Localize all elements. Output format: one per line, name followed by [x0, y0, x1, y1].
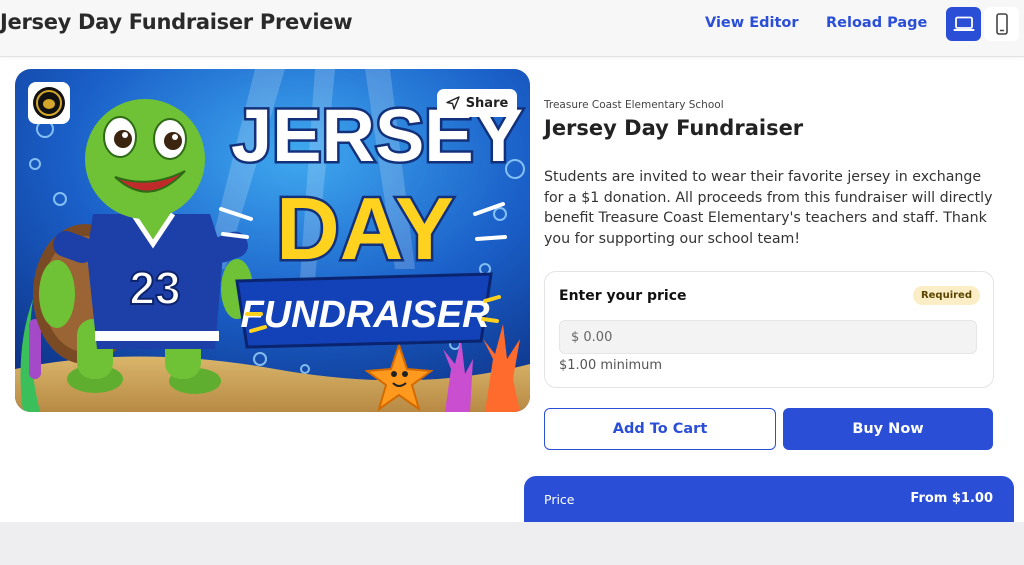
product-image: 23 JERSEY DAY FUNDRAISER Share: [15, 69, 530, 412]
price-summary-label: Price: [544, 492, 575, 507]
desktop-preview-button[interactable]: [946, 7, 981, 41]
page-footer-area: [0, 522, 1024, 565]
top-bar: Jersey Day Fundraiser Preview View Edito…: [0, 0, 1024, 57]
product-title: Jersey Day Fundraiser: [544, 116, 804, 140]
share-label: Share: [465, 95, 509, 111]
page-title: Jersey Day Fundraiser Preview: [0, 10, 353, 34]
school-logo: [28, 82, 70, 124]
price-summary-bar: Price From $1.00: [524, 476, 1014, 522]
share-button[interactable]: Share: [437, 89, 517, 117]
school-name: Treasure Coast Elementary School: [544, 99, 724, 111]
reload-page-link[interactable]: Reload Page: [826, 15, 927, 31]
mobile-phone-icon: [995, 13, 1008, 35]
school-logo-icon: [33, 87, 65, 119]
laptop-icon: [953, 16, 974, 31]
price-label: Enter your price: [559, 288, 687, 304]
product-description: Students are invited to wear their favor…: [544, 169, 993, 247]
svg-text:FUNDRAISER: FUNDRAISER: [240, 294, 490, 336]
price-input[interactable]: [559, 320, 977, 354]
svg-text:23: 23: [129, 262, 180, 314]
buy-now-button[interactable]: Buy Now: [783, 408, 993, 450]
price-minimum-note: $1.00 minimum: [559, 358, 663, 373]
price-summary-value: From $1.00: [910, 491, 993, 506]
add-to-cart-button[interactable]: Add To Cart: [544, 408, 776, 450]
svg-text:DAY: DAY: [276, 179, 454, 278]
fundraiser-artwork: 23 JERSEY DAY FUNDRAISER: [15, 69, 530, 412]
send-icon: [445, 96, 460, 110]
view-editor-link[interactable]: View Editor: [705, 15, 799, 31]
price-entry-card: Enter your price Required $1.00 minimum: [544, 271, 994, 388]
required-badge: Required: [912, 286, 980, 305]
mobile-preview-button[interactable]: [984, 7, 1019, 41]
